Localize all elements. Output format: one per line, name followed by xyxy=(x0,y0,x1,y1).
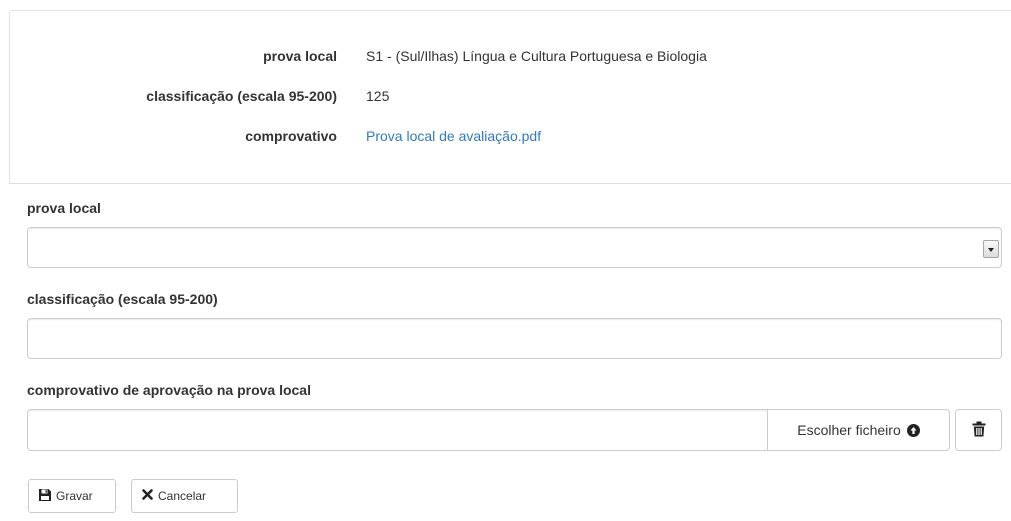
cancel-button[interactable]: Cancelar xyxy=(131,479,238,513)
chevron-down-icon[interactable] xyxy=(983,240,999,258)
floppy-disk-icon xyxy=(39,488,51,504)
comprovativo-file-input[interactable] xyxy=(27,409,768,451)
cancel-label: Cancelar xyxy=(158,489,207,503)
summary-label-comprovativo: comprovativo xyxy=(245,128,337,144)
choose-file-button[interactable]: Escolher ficheiro xyxy=(767,409,950,451)
upload-circle-icon xyxy=(906,423,920,437)
summary-row-prova-local: prova local S1 - (Sul/Ilhas) Língua e Cu… xyxy=(10,48,1011,70)
classificacao-input[interactable] xyxy=(27,318,1002,359)
x-mark-icon xyxy=(142,489,153,503)
summary-row-classificacao: classificação (escala 95-200) 125 xyxy=(10,88,1011,110)
summary-label-classificacao: classificação (escala 95-200) xyxy=(146,88,337,104)
classificacao-label: classificação (escala 95-200) xyxy=(27,291,218,307)
remove-file-button[interactable] xyxy=(955,409,1002,451)
summary-value-classificacao: 125 xyxy=(366,88,390,104)
prova-local-label: prova local xyxy=(27,200,101,216)
comprovativo-label: comprovativo de aprovação na prova local xyxy=(27,382,311,398)
save-label: Gravar xyxy=(56,489,93,503)
summary-value-prova-local: S1 - (Sul/Ilhas) Língua e Cultura Portug… xyxy=(366,48,707,64)
trash-icon xyxy=(972,421,986,440)
summary-label-prova-local: prova local xyxy=(263,48,337,64)
choose-file-label: Escolher ficheiro xyxy=(797,422,901,438)
prova-local-select[interactable] xyxy=(27,227,1002,268)
summary-panel: prova local S1 - (Sul/Ilhas) Língua e Cu… xyxy=(9,10,1011,184)
summary-row-comprovativo: comprovativo Prova local de avaliação.pd… xyxy=(10,128,1011,150)
comprovativo-file-link[interactable]: Prova local de avaliação.pdf xyxy=(366,128,541,144)
save-button[interactable]: Gravar xyxy=(28,479,116,513)
